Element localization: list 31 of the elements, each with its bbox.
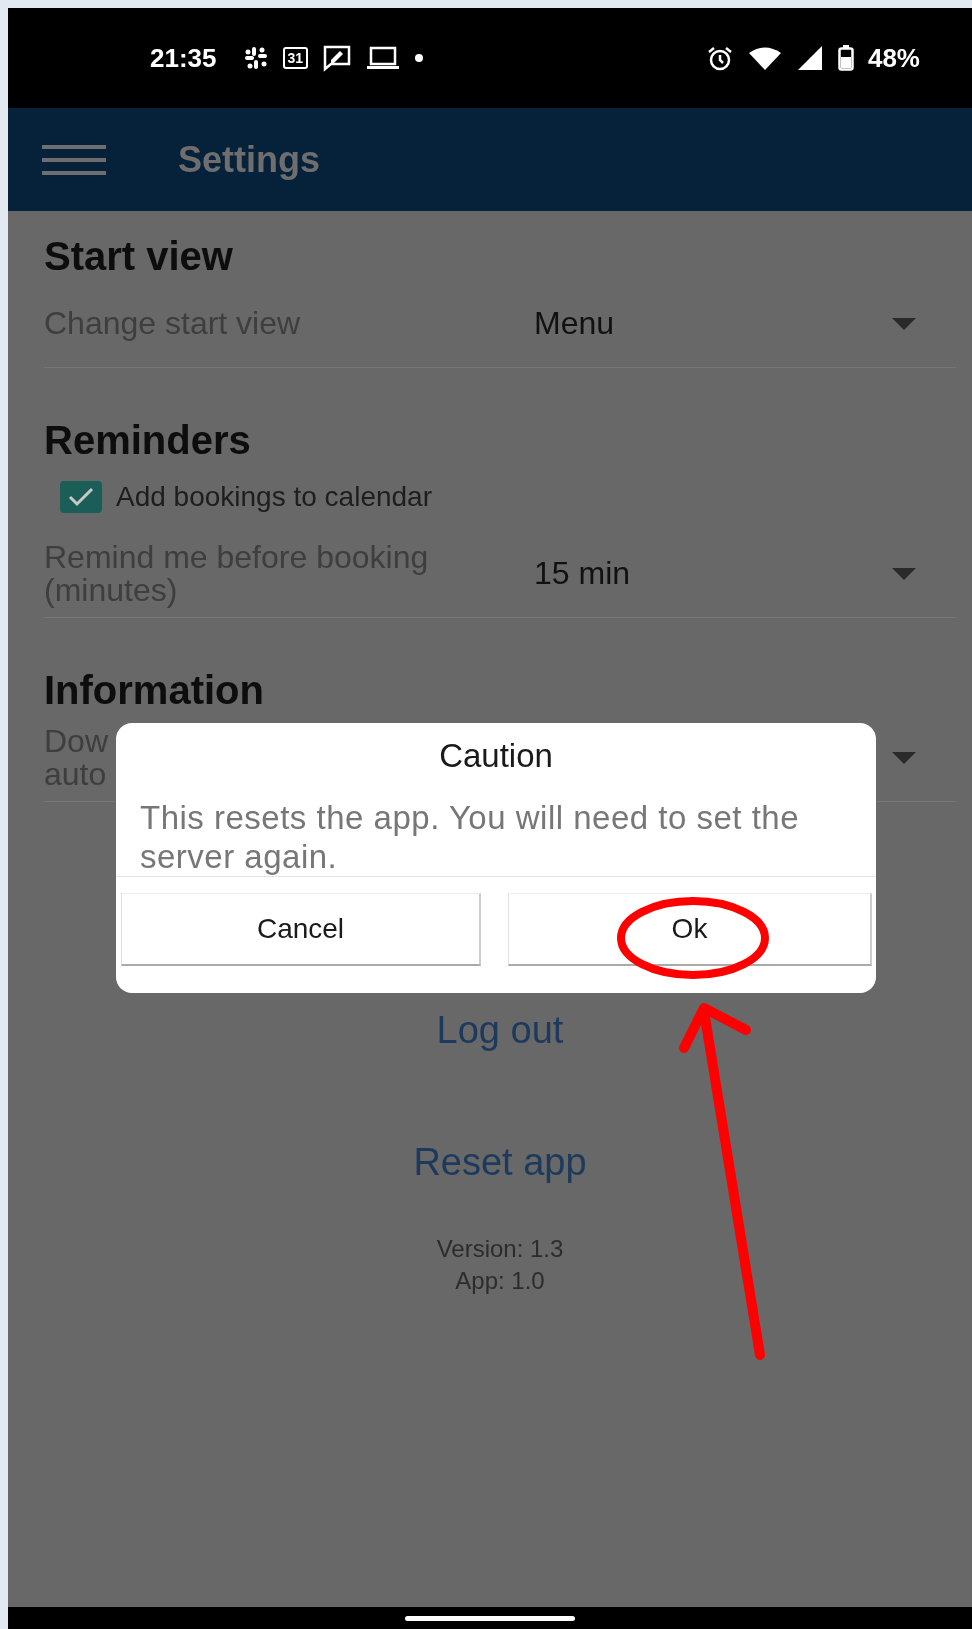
dialog-button[interactable]: Ok: [508, 893, 872, 966]
checkbox-label: Add bookings to calendar: [116, 481, 432, 513]
checkbox[interactable]: [60, 481, 102, 513]
section-title: Start view: [44, 233, 234, 280]
laptop-icon: [366, 45, 401, 71]
hash-logo-icon: [242, 45, 269, 71]
caret-icon: [892, 567, 916, 580]
dropdown-value[interactable]: 15 min: [514, 555, 892, 592]
section-title: Information: [44, 667, 265, 714]
menu-icon[interactable]: [42, 144, 106, 175]
text-link[interactable]: Reset app: [413, 1140, 587, 1184]
version-text: Version: 1.3: [436, 1234, 564, 1264]
calendar-icon: 31: [282, 47, 309, 69]
wifi-icon: [747, 46, 782, 70]
version-text: App: 1.0: [455, 1266, 545, 1296]
dropdown-value[interactable]: Menu: [514, 305, 892, 342]
home-indicator[interactable]: [405, 1615, 575, 1621]
section-title: Reminders: [44, 417, 252, 464]
dialog-button[interactable]: Cancel: [121, 893, 481, 966]
checkmark-icon: [68, 487, 94, 507]
caret-icon: [892, 317, 916, 330]
screen-title: Settings: [178, 138, 320, 181]
battery-icon: [837, 45, 854, 71]
dot-icon: [414, 53, 425, 63]
dialog-title: Caution: [438, 736, 554, 775]
battery-percent: 48%: [867, 42, 920, 74]
message-icon: [322, 44, 353, 72]
caret-icon: [892, 751, 916, 764]
status-time: 21:35: [150, 42, 217, 74]
text-link[interactable]: Log out: [436, 1008, 564, 1052]
dialog-message: This resets the app. You will need to set the server again.: [116, 775, 876, 877]
